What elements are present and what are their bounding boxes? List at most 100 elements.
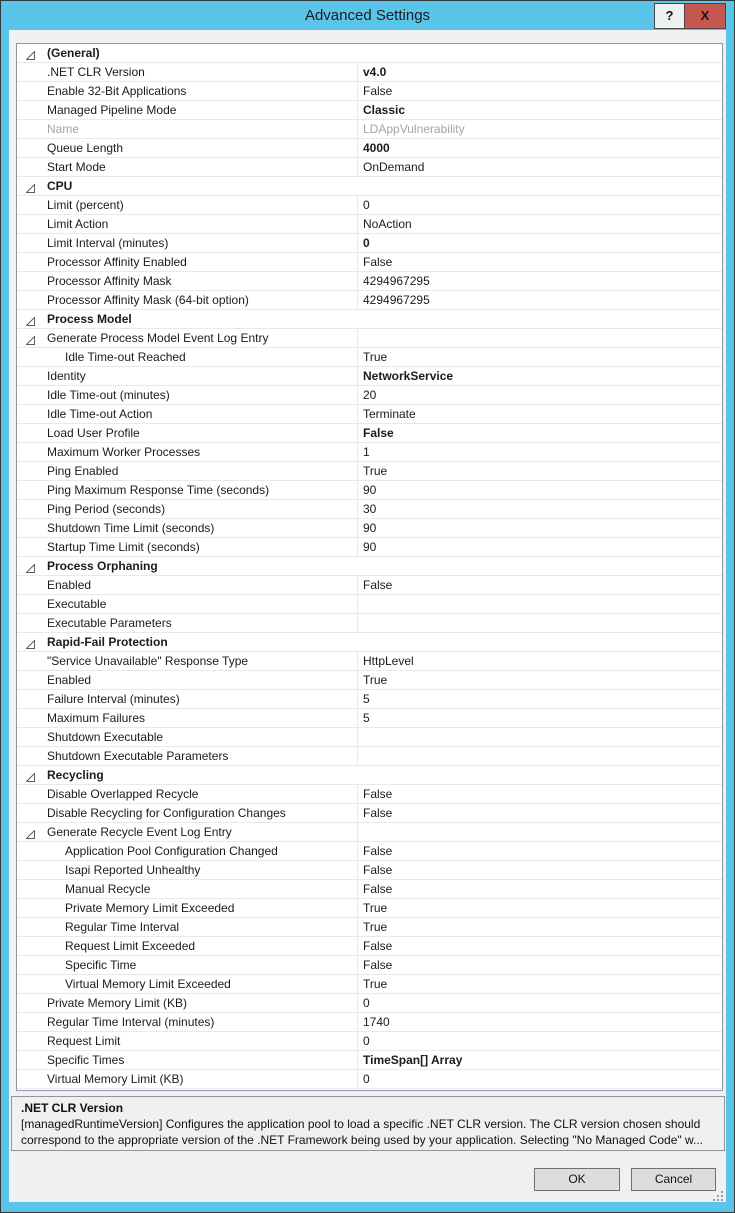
- property-value[interactable]: 1740: [357, 1013, 722, 1031]
- property-value[interactable]: True: [357, 348, 722, 366]
- grid-row[interactable]: Limit (percent)0: [17, 196, 722, 215]
- property-value[interactable]: False: [357, 785, 722, 803]
- grid-row[interactable]: Processor Affinity EnabledFalse: [17, 253, 722, 272]
- property-value[interactable]: False: [357, 861, 722, 879]
- property-value[interactable]: [357, 823, 722, 841]
- grid-row[interactable]: CPU: [17, 177, 722, 196]
- property-value[interactable]: True: [357, 671, 722, 689]
- grid-row[interactable]: (General): [17, 44, 722, 63]
- property-value[interactable]: False: [357, 424, 722, 442]
- property-value[interactable]: 0: [357, 196, 722, 214]
- property-value[interactable]: False: [357, 937, 722, 955]
- grid-row[interactable]: Virtual Memory Limit (KB)0: [17, 1070, 722, 1089]
- close-button[interactable]: X: [685, 3, 726, 29]
- grid-row[interactable]: Generate Process Model Event Log Entry: [17, 329, 722, 348]
- grid-row[interactable]: Specific TimeFalse: [17, 956, 722, 975]
- property-value[interactable]: v4.0: [357, 63, 722, 81]
- property-value[interactable]: NoAction: [357, 215, 722, 233]
- grid-row[interactable]: Shutdown Executable Parameters: [17, 747, 722, 766]
- property-value[interactable]: 90: [357, 519, 722, 537]
- grid-row[interactable]: Recycling: [17, 766, 722, 785]
- property-value[interactable]: [357, 44, 722, 62]
- grid-row[interactable]: Maximum Worker Processes1: [17, 443, 722, 462]
- grid-row[interactable]: Ping EnabledTrue: [17, 462, 722, 481]
- property-value[interactable]: 90: [357, 538, 722, 556]
- grid-row[interactable]: Load User ProfileFalse: [17, 424, 722, 443]
- property-value[interactable]: HttpLevel: [357, 652, 722, 670]
- property-value[interactable]: True: [357, 462, 722, 480]
- property-value[interactable]: TimeSpan[] Array: [357, 1051, 722, 1069]
- grid-row[interactable]: Executable Parameters: [17, 614, 722, 633]
- grid-row[interactable]: Generate Recycle Event Log Entry: [17, 823, 722, 842]
- property-value[interactable]: [357, 595, 722, 613]
- grid-row[interactable]: Idle Time-out ReachedTrue: [17, 348, 722, 367]
- grid-row[interactable]: Ping Period (seconds)30: [17, 500, 722, 519]
- grid-row[interactable]: Manual RecycleFalse: [17, 880, 722, 899]
- resize-grip-icon[interactable]: [712, 1190, 723, 1201]
- property-value[interactable]: LDAppVulnerability: [357, 120, 722, 138]
- property-value[interactable]: 0: [357, 1070, 722, 1088]
- property-value[interactable]: 5: [357, 690, 722, 708]
- grid-row[interactable]: Isapi Reported UnhealthyFalse: [17, 861, 722, 880]
- grid-row[interactable]: NameLDAppVulnerability: [17, 120, 722, 139]
- property-value[interactable]: False: [357, 253, 722, 271]
- ok-button[interactable]: OK: [534, 1168, 620, 1191]
- grid-row[interactable]: Rapid-Fail Protection: [17, 633, 722, 652]
- property-value[interactable]: True: [357, 918, 722, 936]
- property-value[interactable]: True: [357, 899, 722, 917]
- property-value[interactable]: 90: [357, 481, 722, 499]
- grid-row[interactable]: Regular Time Interval (minutes)1740: [17, 1013, 722, 1032]
- property-value[interactable]: [357, 633, 722, 651]
- property-value[interactable]: 4294967295: [357, 291, 722, 309]
- property-value[interactable]: 0: [357, 234, 722, 252]
- grid-row[interactable]: Regular Time IntervalTrue: [17, 918, 722, 937]
- property-value[interactable]: False: [357, 804, 722, 822]
- grid-row[interactable]: Idle Time-out (minutes)20: [17, 386, 722, 405]
- grid-row[interactable]: Processor Affinity Mask4294967295: [17, 272, 722, 291]
- property-value[interactable]: False: [357, 576, 722, 594]
- grid-row[interactable]: EnabledFalse: [17, 576, 722, 595]
- property-value[interactable]: False: [357, 956, 722, 974]
- grid-row[interactable]: Process Model: [17, 310, 722, 329]
- grid-row[interactable]: Shutdown Executable: [17, 728, 722, 747]
- grid-row[interactable]: Application Pool Configuration ChangedFa…: [17, 842, 722, 861]
- property-value[interactable]: 0: [357, 1032, 722, 1050]
- grid-row[interactable]: EnabledTrue: [17, 671, 722, 690]
- property-value[interactable]: [357, 747, 722, 765]
- cancel-button[interactable]: Cancel: [631, 1168, 716, 1191]
- grid-row[interactable]: Managed Pipeline ModeClassic: [17, 101, 722, 120]
- grid-row[interactable]: Limit ActionNoAction: [17, 215, 722, 234]
- grid-row[interactable]: Idle Time-out ActionTerminate: [17, 405, 722, 424]
- grid-row[interactable]: Enable 32-Bit ApplicationsFalse: [17, 82, 722, 101]
- property-value[interactable]: 4294967295: [357, 272, 722, 290]
- property-value[interactable]: [357, 557, 722, 575]
- grid-row[interactable]: Request Limit ExceededFalse: [17, 937, 722, 956]
- property-grid[interactable]: (General).NET CLR Versionv4.0Enable 32-B…: [16, 43, 723, 1091]
- property-value[interactable]: NetworkService: [357, 367, 722, 385]
- grid-row[interactable]: Private Memory Limit (KB)0: [17, 994, 722, 1013]
- grid-row[interactable]: Limit Interval (minutes)0: [17, 234, 722, 253]
- grid-row[interactable]: Request Limit0: [17, 1032, 722, 1051]
- grid-row[interactable]: Queue Length4000: [17, 139, 722, 158]
- property-value[interactable]: 30: [357, 500, 722, 518]
- grid-row[interactable]: .NET CLR Versionv4.0: [17, 63, 722, 82]
- property-value[interactable]: True: [357, 975, 722, 993]
- grid-row[interactable]: IdentityNetworkService: [17, 367, 722, 386]
- property-value[interactable]: Terminate: [357, 405, 722, 423]
- grid-row[interactable]: Start ModeOnDemand: [17, 158, 722, 177]
- help-button[interactable]: ?: [654, 3, 685, 29]
- property-value[interactable]: [357, 728, 722, 746]
- property-value[interactable]: 5: [357, 709, 722, 727]
- grid-row[interactable]: Startup Time Limit (seconds)90: [17, 538, 722, 557]
- property-value[interactable]: OnDemand: [357, 158, 722, 176]
- grid-row[interactable]: Executable: [17, 595, 722, 614]
- property-value[interactable]: False: [357, 842, 722, 860]
- property-value[interactable]: 4000: [357, 139, 722, 157]
- property-value[interactable]: Classic: [357, 101, 722, 119]
- property-value[interactable]: 0: [357, 994, 722, 1012]
- property-value[interactable]: [357, 310, 722, 328]
- grid-row[interactable]: Maximum Failures5: [17, 709, 722, 728]
- titlebar[interactable]: Advanced Settings ? X: [1, 1, 734, 30]
- grid-row[interactable]: Processor Affinity Mask (64-bit option)4…: [17, 291, 722, 310]
- property-value[interactable]: 1: [357, 443, 722, 461]
